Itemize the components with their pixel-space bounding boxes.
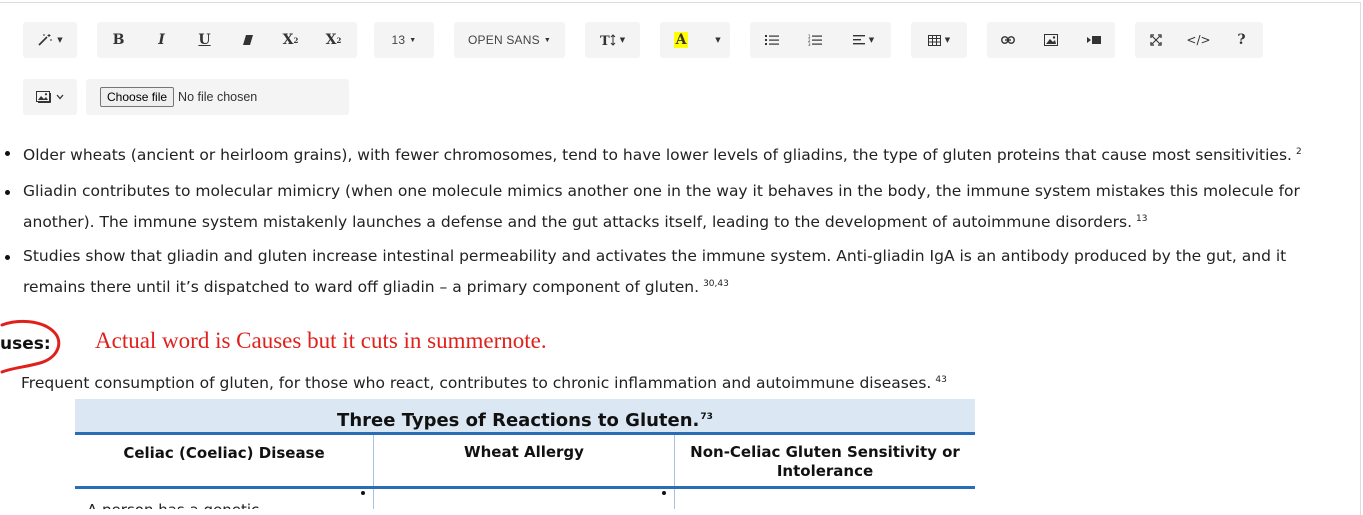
style-group: ▼ — [23, 22, 77, 58]
color-group: A ▼ — [660, 22, 730, 58]
list-item: Studies show that gliadin and gluten inc… — [5, 242, 1348, 301]
picture-button[interactable] — [1029, 22, 1072, 58]
superscript-label: X — [282, 32, 294, 48]
table-icon — [927, 34, 941, 46]
chevron-down-icon — [56, 94, 64, 100]
caret-down-icon: ▼ — [944, 36, 951, 44]
no-file-label: No file chosen — [178, 90, 258, 104]
bullet-text: Gliadin contributes to molecular mimicry… — [23, 182, 1300, 232]
underline-button[interactable]: U — [183, 22, 226, 58]
citation: 73 — [700, 412, 713, 422]
choose-file-button[interactable]: Choose file — [100, 87, 175, 107]
image-style-group — [23, 79, 77, 115]
table-title: Three Types of Reactions to Gluten.73 — [75, 399, 975, 435]
caret-down-icon: ▼ — [619, 36, 626, 44]
bullet-text: Older wheats (ancient or heirloom grains… — [23, 146, 1292, 165]
insert-group — [987, 22, 1115, 58]
font-name-group: OPEN SANS ▼ — [454, 22, 565, 58]
font-size-group: 13 ▼ — [374, 22, 434, 58]
font-style-group: B I U X2 X2 — [97, 22, 357, 58]
paragraph: Frequent consumption of gluten, for thos… — [21, 369, 947, 394]
svg-text:3: 3 — [808, 42, 811, 46]
paragraph-text: Frequent consumption of gluten, for thos… — [21, 374, 932, 393]
color-dropdown[interactable]: ▼ — [702, 22, 730, 58]
italic-button[interactable]: I — [140, 22, 183, 58]
caret-down-icon: ▼ — [57, 36, 63, 44]
citation: 2 — [1295, 147, 1302, 157]
table-header-cell: Non-Celiac Gluten Sensitivity or Intoler… — [690, 443, 960, 480]
superscript-button[interactable]: X2 — [269, 22, 312, 58]
picture-icon — [1043, 34, 1058, 46]
link-button[interactable] — [987, 22, 1029, 58]
magic-style-button[interactable]: ▼ — [23, 22, 77, 58]
misc-group: </> ? — [1135, 22, 1263, 58]
numbered-list-icon: 1 2 3 — [808, 34, 822, 46]
svg-text:T: T — [600, 34, 610, 47]
annotation-text: Actual word is Causes but it cuts in sum… — [95, 328, 547, 353]
table-dropdown[interactable]: ▼ — [911, 22, 967, 58]
caret-down-icon: ▼ — [715, 36, 721, 44]
bullet-dot — [361, 491, 365, 495]
superscript-mark: 2 — [293, 35, 299, 45]
eraser-icon — [242, 35, 253, 45]
fullscreen-button[interactable] — [1135, 22, 1177, 58]
video-button[interactable] — [1072, 22, 1115, 58]
highlight-color-button[interactable]: A — [660, 22, 702, 58]
code-view-button[interactable]: </> — [1177, 22, 1220, 58]
subscript-label: X — [325, 32, 337, 48]
table-cell — [675, 489, 975, 509]
font-size-dropdown[interactable]: 13 ▼ — [374, 22, 434, 58]
text-height-icon: T — [600, 34, 616, 47]
link-icon — [1001, 36, 1015, 44]
list-item: Gliadin contributes to molecular mimicry… — [5, 177, 1348, 236]
eraser-button[interactable] — [226, 22, 269, 58]
table-header-cell: Celiac (Coeliac) Disease — [75, 435, 374, 486]
line-height-dropdown[interactable]: T ▼ — [585, 22, 640, 58]
bullet-list-icon — [764, 35, 779, 45]
magic-wand-icon — [38, 34, 53, 46]
table-row: A person has a genetic — [75, 489, 975, 509]
unordered-list-button[interactable] — [750, 22, 793, 58]
bullet-text: Studies show that gliadin and gluten inc… — [23, 247, 1287, 297]
caret-down-icon: ▼ — [868, 36, 875, 44]
table-title-text: Three Types of Reactions to Gluten. — [337, 410, 700, 431]
caret-down-icon: ▼ — [543, 36, 551, 44]
table-header-row: Celiac (Coeliac) Disease Wheat Allergy N… — [75, 435, 975, 489]
table-cell-text: A person has a genetic — [87, 501, 373, 509]
file-input[interactable]: Choose file No file chosen — [100, 87, 257, 107]
subscript-mark: 2 — [336, 35, 342, 45]
highlight-label: A — [673, 32, 689, 48]
image-gallery-icon — [36, 91, 51, 103]
text-height-group: T ▼ — [585, 22, 640, 58]
table-header-cell: Wheat Allergy — [374, 435, 675, 486]
video-icon — [1086, 36, 1101, 44]
subscript-button[interactable]: X2 — [312, 22, 355, 58]
section-heading: uses: — [0, 334, 51, 354]
bullet-dot — [662, 491, 666, 495]
table-group: ▼ — [911, 22, 967, 58]
help-button[interactable]: ? — [1220, 22, 1263, 58]
bold-button[interactable]: B — [97, 22, 140, 58]
paragraph-group: 1 2 3 ▼ — [750, 22, 891, 58]
font-name-dropdown[interactable]: OPEN SANS ▼ — [454, 22, 565, 58]
align-dropdown[interactable]: ▼ — [836, 22, 891, 58]
file-upload-group: Choose file No file chosen — [86, 79, 349, 115]
reactions-table: Three Types of Reactions to Gluten.73 Ce… — [75, 399, 975, 509]
align-left-icon — [852, 35, 865, 45]
font-size-value: 13 — [391, 33, 406, 47]
image-dropdown[interactable] — [23, 79, 77, 115]
caret-down-icon: ▼ — [409, 36, 417, 44]
list-item: Older wheats (ancient or heirloom grains… — [5, 138, 1348, 169]
citation: 43 — [935, 375, 947, 385]
citation: 13 — [1136, 214, 1148, 224]
citation: 30,43 — [703, 279, 729, 289]
table-cell — [374, 489, 675, 509]
table-cell: A person has a genetic — [75, 489, 374, 509]
ordered-list-button[interactable]: 1 2 3 — [793, 22, 836, 58]
fullscreen-icon — [1150, 34, 1162, 46]
font-name-value: OPEN SANS — [468, 33, 540, 47]
